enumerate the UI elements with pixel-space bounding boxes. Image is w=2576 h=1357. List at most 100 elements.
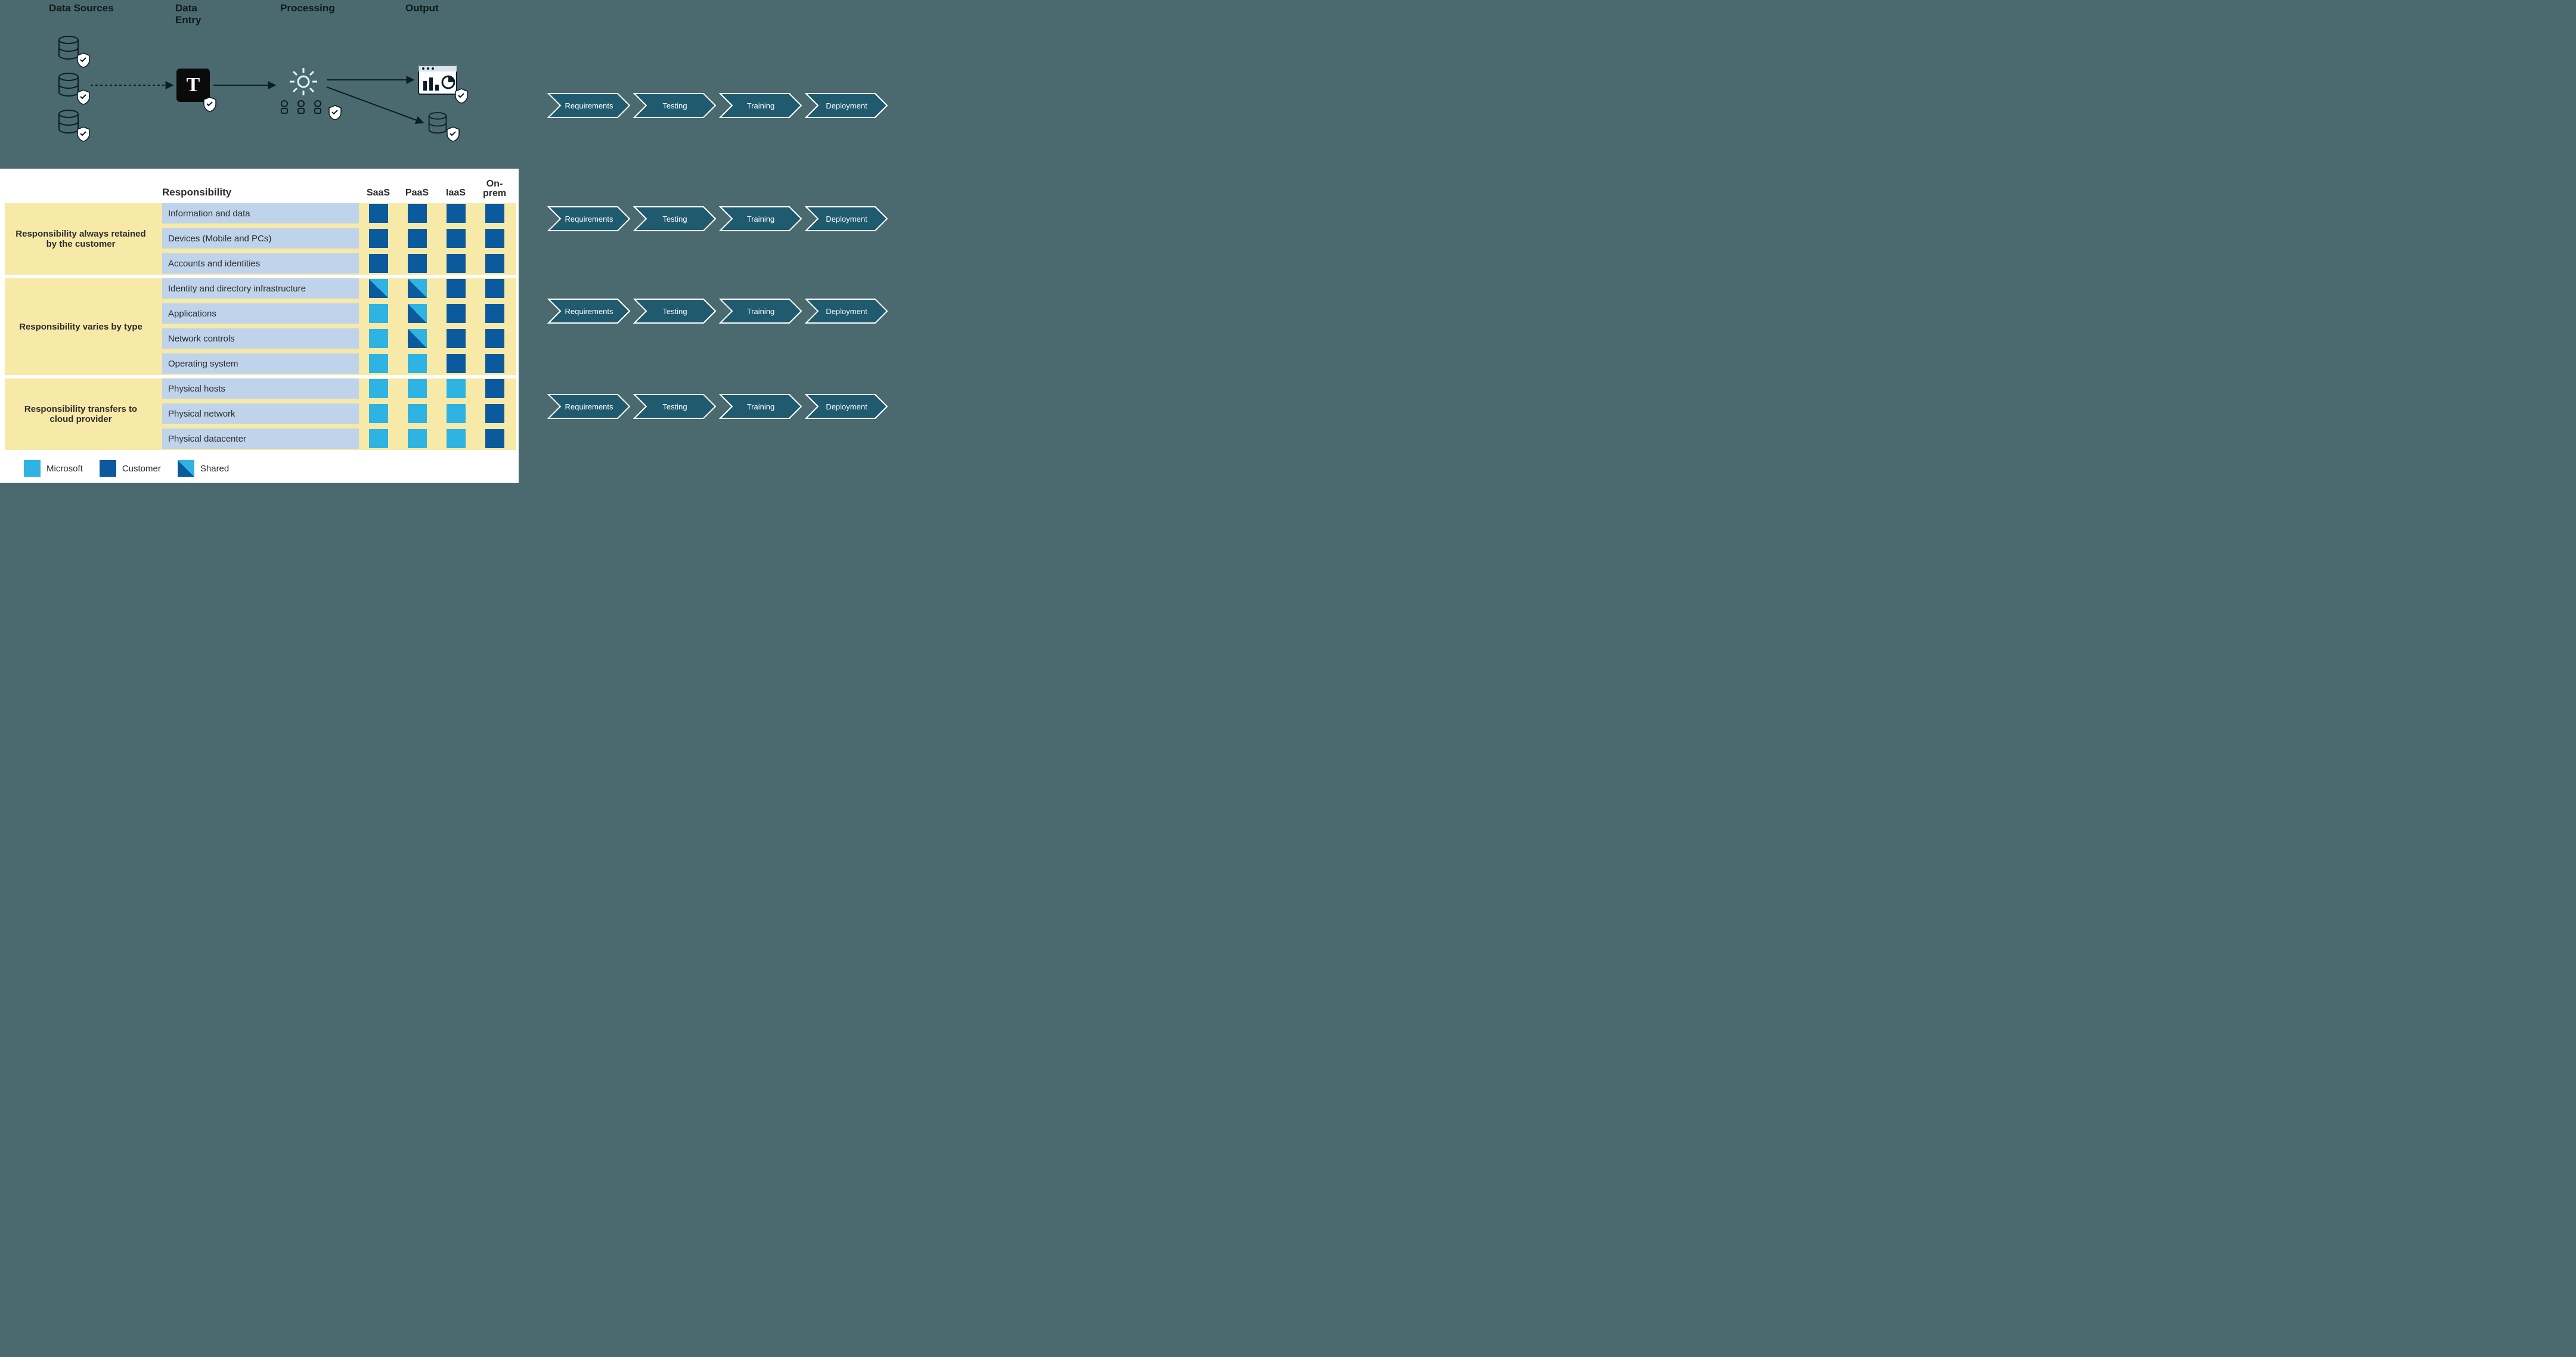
matrix-cell-microsoft <box>369 404 388 423</box>
matrix-cell <box>436 403 475 424</box>
matrix-cell-customer <box>485 229 504 248</box>
col-header-paas: PaaS <box>398 188 436 198</box>
chevron-label: Requirements <box>547 393 631 420</box>
matrix-cell <box>475 228 514 249</box>
matrix-cell <box>436 278 475 299</box>
flow-arrows <box>0 0 519 161</box>
matrix-cell <box>436 428 475 449</box>
legend-label-customer: Customer <box>122 464 161 474</box>
matrix-cell-microsoft <box>408 354 427 373</box>
chevron-step-testing: Testing <box>633 92 717 119</box>
matrix-cell <box>436 328 475 349</box>
matrix-cell <box>359 328 398 349</box>
chevron-step-requirements: Requirements <box>547 92 631 119</box>
matrix-cell-customer <box>485 304 504 323</box>
matrix-row: Applications <box>162 302 514 325</box>
matrix-row: Information and data <box>162 202 514 225</box>
matrix-row-label: Operating system <box>162 353 359 374</box>
matrix-row: Physical network <box>162 402 514 425</box>
matrix-row-label: Information and data <box>162 203 359 223</box>
matrix-cell-customer <box>485 279 504 298</box>
chevron-label: Requirements <box>547 206 631 232</box>
chevron-label: Deployment <box>805 393 888 420</box>
matrix-cell-shared <box>369 279 388 298</box>
chevron-step-requirements: Requirements <box>547 206 631 232</box>
legend-label-shared: Shared <box>200 464 229 474</box>
matrix-cell-customer <box>447 354 466 373</box>
matrix-cell <box>398 428 436 449</box>
matrix-cell <box>436 228 475 249</box>
matrix-cell-customer <box>408 229 427 248</box>
chevron-label: Requirements <box>547 92 631 119</box>
legend-item-shared: Shared <box>178 460 229 477</box>
matrix-cell-customer <box>369 254 388 273</box>
matrix-cell <box>436 353 475 374</box>
matrix-cell <box>475 203 514 223</box>
matrix-cell-shared <box>408 329 427 348</box>
legend-swatch-customer <box>100 460 116 477</box>
data-flow-diagram: Data Sources Data Entry Processing Outpu… <box>0 0 519 161</box>
chevron-step-training: Training <box>719 298 802 324</box>
chevron-label: Deployment <box>805 298 888 324</box>
matrix-cell-microsoft <box>447 379 466 398</box>
chevron-step-requirements: Requirements <box>547 393 631 420</box>
matrix-cell-microsoft <box>369 329 388 348</box>
matrix-row-label: Identity and directory infrastructure <box>162 278 359 299</box>
matrix-cell <box>359 303 398 324</box>
matrix-cell <box>398 328 436 349</box>
chevron-label: Deployment <box>805 92 888 119</box>
chevron-label: Testing <box>633 393 717 420</box>
matrix-cell <box>398 278 436 299</box>
matrix-cell <box>359 378 398 399</box>
shared-responsibility-matrix: Responsibility SaaS PaaS IaaS On- prem R… <box>0 169 519 483</box>
chevron-label: Testing <box>633 92 717 119</box>
matrix-cell-customer <box>369 204 388 223</box>
matrix-cell-microsoft <box>369 379 388 398</box>
chevron-step-deployment: Deployment <box>805 298 888 324</box>
matrix-row: Physical datacenter <box>162 427 514 450</box>
matrix-legend: Microsoft Customer Shared <box>24 460 229 477</box>
matrix-cell <box>359 228 398 249</box>
matrix-cell <box>359 278 398 299</box>
chevron-label: Testing <box>633 298 717 324</box>
matrix-cell <box>398 403 436 424</box>
matrix-cell <box>398 353 436 374</box>
matrix-cell <box>475 428 514 449</box>
matrix-cell-microsoft <box>408 379 427 398</box>
matrix-cell <box>475 353 514 374</box>
chevron-label: Training <box>719 92 802 119</box>
matrix-cell-shared <box>408 304 427 323</box>
legend-swatch-microsoft <box>24 460 41 477</box>
chevron-step-deployment: Deployment <box>805 393 888 420</box>
matrix-cell-customer <box>485 429 504 448</box>
matrix-row-label: Accounts and identities <box>162 253 359 274</box>
matrix-cell-customer <box>447 304 466 323</box>
matrix-row: Devices (Mobile and PCs) <box>162 227 514 250</box>
matrix-cell <box>436 378 475 399</box>
matrix-cell-microsoft <box>369 429 388 448</box>
chevron-label: Training <box>719 393 802 420</box>
matrix-cell <box>436 203 475 223</box>
chevron-row: Requirements Testing Training Deployment <box>547 393 888 420</box>
chevron-step-training: Training <box>719 393 802 420</box>
legend-label-microsoft: Microsoft <box>47 464 83 474</box>
matrix-row-label: Physical datacenter <box>162 428 359 449</box>
matrix-cell-microsoft <box>369 354 388 373</box>
matrix-cell-customer <box>447 329 466 348</box>
chevron-step-testing: Testing <box>633 206 717 232</box>
chevron-label: Requirements <box>547 298 631 324</box>
matrix-cell-customer <box>369 229 388 248</box>
matrix-cell-customer <box>447 254 466 273</box>
matrix-row: Network controls <box>162 327 514 350</box>
matrix-cell <box>359 253 398 274</box>
matrix-cell <box>398 303 436 324</box>
chevron-step-testing: Testing <box>633 393 717 420</box>
chevron-step-deployment: Deployment <box>805 206 888 232</box>
matrix-cell-customer <box>485 404 504 423</box>
matrix-cell-microsoft <box>369 304 388 323</box>
matrix-cell-customer <box>485 329 504 348</box>
matrix-cell <box>398 253 436 274</box>
matrix-band-label: Responsibility always retained by the cu… <box>5 203 157 275</box>
matrix-cell-customer <box>485 204 504 223</box>
matrix-row: Physical hosts <box>162 377 514 400</box>
